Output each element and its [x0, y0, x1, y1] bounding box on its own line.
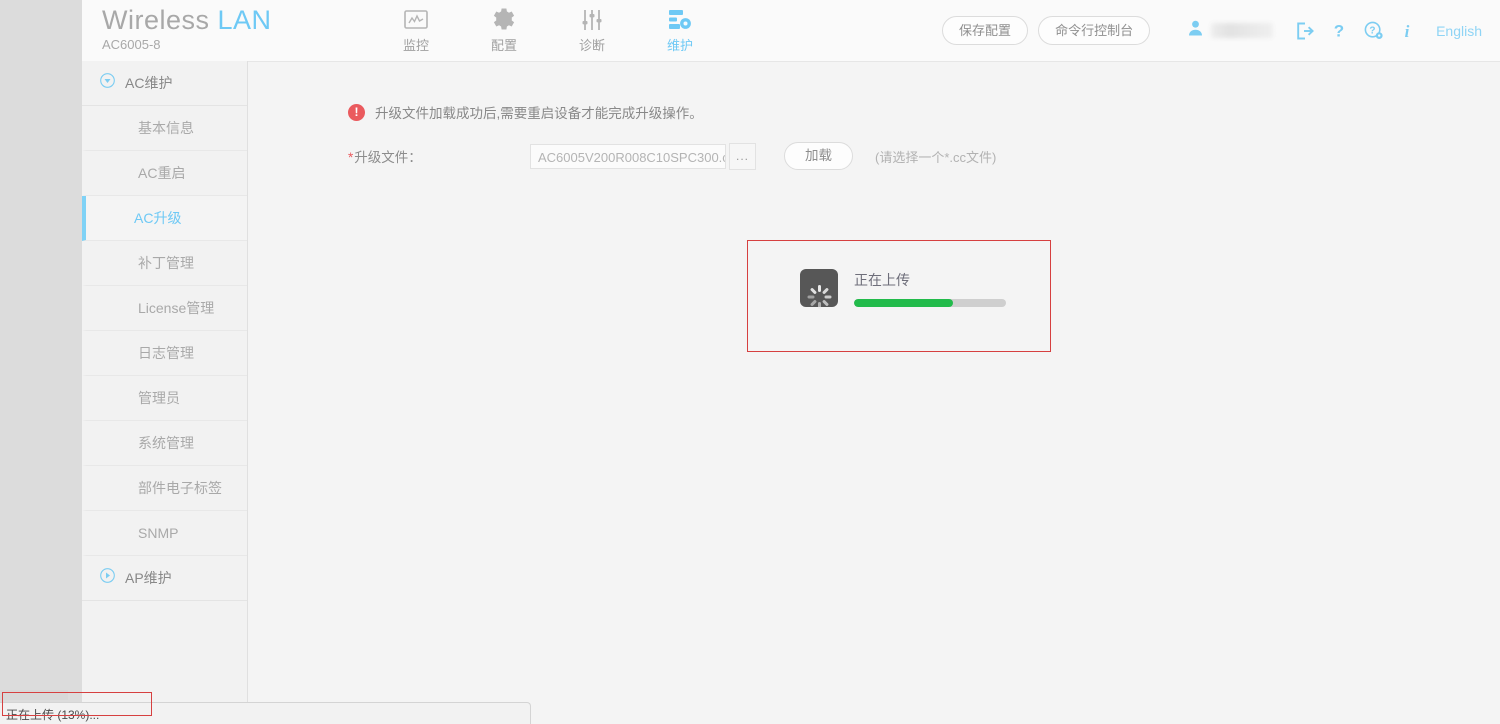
browse-file-button[interactable]: ... — [729, 142, 756, 170]
user-name — [1211, 23, 1274, 38]
sliders-icon — [548, 6, 636, 34]
sidebar-item-ac-restart[interactable]: AC重启 — [82, 151, 247, 196]
user-menu[interactable] — [1188, 20, 1274, 41]
upgrade-file-hint: (请选择一个*.cc文件) — [875, 149, 997, 165]
tab-diagnosis[interactable]: 诊断 — [548, 2, 636, 54]
svg-text:?: ? — [1334, 22, 1344, 40]
upgrade-file-input[interactable]: AC6005V200R008C10SPC300.cc — [530, 143, 726, 169]
sidebar-item-label: 补丁管理 — [138, 255, 194, 271]
sidebar-item-label: AC重启 — [138, 165, 186, 181]
support-icon[interactable]: ? — [1364, 21, 1383, 40]
upload-progress-track — [854, 299, 1006, 307]
tab-maintenance-label: 维护 — [666, 38, 693, 53]
device-model: AC6005-8 — [102, 37, 161, 52]
upgrade-file-row: *升级文件： AC6005V200R008C10SPC300.cc ... 加载… — [348, 142, 996, 170]
monitor-icon — [372, 6, 460, 34]
main-content: ! 升级文件加载成功后,需要重启设备才能完成升级操作。 *升级文件： AC600… — [248, 62, 1500, 724]
taskbar-chip — [0, 690, 68, 700]
sidebar-group-label: AC维护 — [125, 75, 173, 91]
sidebar-item-label: SNMP — [138, 525, 179, 541]
info-icon[interactable]: i — [1401, 22, 1413, 40]
gear-icon — [460, 6, 548, 34]
tab-monitor-label: 监控 — [402, 38, 429, 53]
help-icon[interactable]: ? — [1332, 22, 1346, 40]
save-config-button[interactable]: 保存配置 — [942, 16, 1029, 45]
required-mark: * — [348, 150, 354, 165]
upload-progress-fill — [854, 299, 953, 307]
sidebar-item-label: 部件电子标签 — [138, 480, 222, 496]
tab-maintenance[interactable]: 维护 — [636, 2, 724, 54]
sidebar-item-ac-upgrade[interactable]: AC升级 — [82, 196, 247, 241]
svg-text:?: ? — [1369, 26, 1375, 37]
sidebar-item-label: License管理 — [138, 300, 215, 316]
sidebar-item-label: AC升级 — [134, 210, 182, 226]
app-header: Wireless LAN AC6005-8 监控 配置 诊断 维护 保存配置 命… — [82, 0, 1500, 62]
header-actions: 保存配置 命令行控制台 ? ? i English — [942, 0, 1488, 61]
upload-status-text: 正在上传 — [854, 272, 910, 288]
sidebar-item-label: 系统管理 — [138, 435, 194, 451]
maintenance-icon — [636, 6, 724, 34]
language-switch[interactable]: English — [1436, 23, 1482, 39]
upload-dialog-body: 正在上传 — [800, 269, 1006, 309]
user-icon — [1188, 20, 1203, 41]
cli-console-button[interactable]: 命令行控制台 — [1038, 16, 1151, 45]
sidebar-group-label: AP维护 — [125, 570, 172, 586]
upload-status-block: 正在上传 — [854, 269, 1006, 307]
load-button[interactable]: 加载 — [784, 142, 853, 170]
sidebar-item-log-management[interactable]: 日志管理 — [82, 331, 247, 376]
loading-spinner-icon — [800, 269, 838, 309]
alert-icon: ! — [348, 103, 365, 121]
logout-icon[interactable] — [1296, 22, 1315, 40]
upload-progress-dialog: 正在上传 — [747, 240, 1051, 352]
brand-name: Wireless — [102, 5, 210, 35]
main-nav: 监控 配置 诊断 维护 — [372, 2, 724, 54]
sidebar-item-snmp[interactable]: SNMP — [82, 511, 247, 556]
brand-block: Wireless LAN AC6005-8 — [102, 4, 272, 53]
upgrade-notice: ! 升级文件加载成功后,需要重启设备才能完成升级操作。 — [348, 102, 703, 122]
sidebar-item-label: 管理员 — [138, 390, 180, 406]
svg-text:i: i — [1405, 22, 1410, 40]
app-window: Wireless LAN AC6005-8 监控 配置 诊断 维护 保存配置 命… — [82, 0, 1500, 724]
sidebar-item-patch-management[interactable]: 补丁管理 — [82, 241, 247, 286]
sidebar-group-ac-maintenance[interactable]: AC维护 — [82, 61, 247, 106]
page-title: Wireless LAN — [102, 4, 272, 36]
tab-config[interactable]: 配置 — [460, 2, 548, 54]
chevron-down-circle-icon — [100, 73, 115, 93]
browser-status-bar: 正在上传 (13%)... — [0, 702, 531, 724]
sidebar-item-elabel[interactable]: 部件电子标签 — [82, 466, 247, 511]
upgrade-file-label: *升级文件： — [348, 146, 530, 166]
sidebar-item-label: 基本信息 — [138, 120, 194, 136]
upgrade-file-label-text: 升级文件： — [354, 150, 422, 165]
sidebar-group-ap-maintenance[interactable]: AP维护 — [82, 556, 247, 601]
sidebar-item-administrator[interactable]: 管理员 — [82, 376, 247, 421]
upgrade-notice-text: 升级文件加载成功后,需要重启设备才能完成升级操作。 — [375, 106, 703, 121]
sidebar-item-basic-info[interactable]: 基本信息 — [82, 106, 247, 151]
chevron-right-circle-icon — [100, 568, 115, 588]
sidebar-item-license-management[interactable]: License管理 — [82, 286, 247, 331]
sidebar-item-system-management[interactable]: 系统管理 — [82, 421, 247, 466]
tab-config-label: 配置 — [490, 38, 517, 53]
sidebar-filler — [82, 601, 247, 676]
sidebar: AC维护 基本信息 AC重启 AC升级 补丁管理 License管理 日志管理 … — [82, 61, 248, 724]
tab-monitor[interactable]: 监控 — [372, 2, 460, 54]
tab-diagnosis-label: 诊断 — [578, 38, 605, 53]
sidebar-item-label: 日志管理 — [138, 345, 194, 361]
brand-accent: LAN — [217, 5, 272, 35]
browser-status-text: 正在上传 (13%)... — [6, 708, 100, 722]
